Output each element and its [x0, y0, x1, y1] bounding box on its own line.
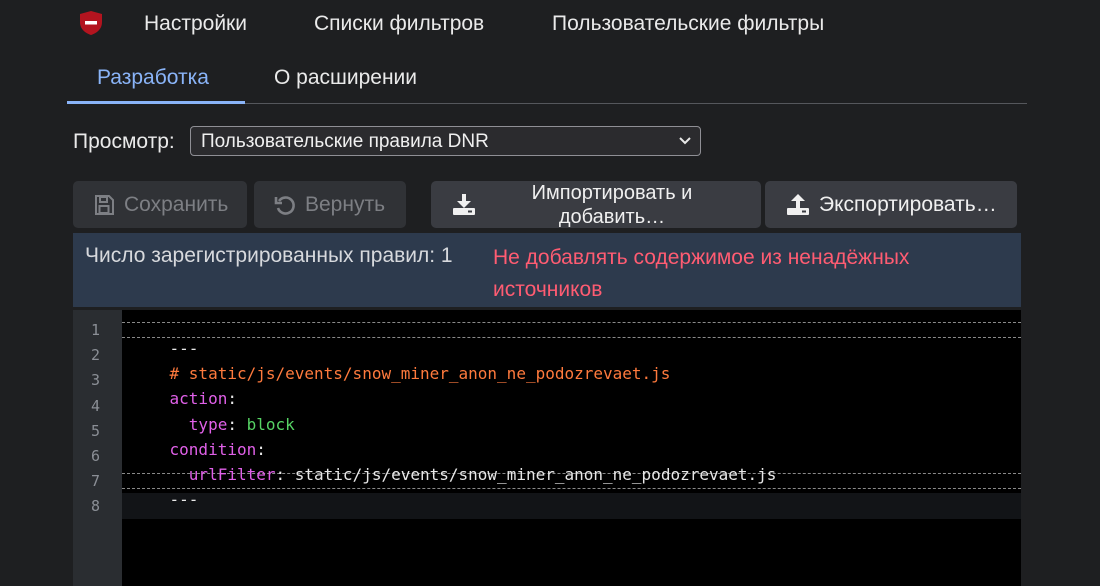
- tab-development[interactable]: Разработка: [97, 66, 209, 90]
- tab-settings[interactable]: Настройки: [144, 12, 247, 36]
- line-number: 6: [90, 447, 100, 465]
- import-icon: [453, 193, 475, 215]
- export-button[interactable]: Экспортировать…: [765, 181, 1017, 228]
- import-label-line1: Импортировать и: [531, 181, 693, 204]
- tab-about[interactable]: О расширении: [274, 66, 417, 90]
- code-line: ---: [131, 471, 199, 528]
- document-separator: [122, 322, 1021, 323]
- line-number: 2: [90, 346, 100, 364]
- view-label: Просмотр:: [73, 130, 175, 153]
- line-number: 8: [90, 497, 100, 515]
- code-key: urlFilter: [188, 465, 276, 484]
- revert-button[interactable]: Вернуть: [254, 181, 406, 228]
- export-button-label: Экспортировать…: [819, 192, 997, 216]
- line-number: 4: [90, 397, 100, 415]
- line-number: 3: [90, 371, 100, 389]
- shield-logo-icon: [80, 11, 102, 35]
- code-editor[interactable]: 1 2 3 4 5 6 7 8 --- # static/js/events/s…: [73, 310, 1021, 586]
- tab-filter-lists[interactable]: Списки фильтров: [314, 12, 484, 36]
- warning-text: Не добавлять содержимое из ненадёжных ис…: [493, 246, 910, 301]
- code-line: urlFilter: static/js/events/snow_miner_a…: [188, 465, 777, 484]
- code-text: ---: [169, 490, 199, 509]
- view-select-value: Пользовательские правила DNR: [201, 131, 489, 152]
- revert-icon: [274, 195, 295, 215]
- line-number: 5: [90, 422, 100, 440]
- info-bar: Число зарегистрированных правил: 1 Не до…: [73, 233, 1021, 307]
- code-comment: # static/js/events/snow_miner_anon_ne_po…: [169, 364, 671, 383]
- import-button-label: Импортировать и добавить…: [477, 181, 747, 229]
- revert-button-label: Вернуть: [305, 192, 386, 216]
- save-icon: [95, 194, 114, 215]
- document-separator: [122, 337, 1021, 338]
- import-label-line2: добавить…: [558, 205, 666, 228]
- save-button[interactable]: Сохранить: [73, 181, 247, 228]
- chevron-down-icon: [679, 137, 691, 145]
- active-tab-indicator: [67, 101, 245, 104]
- code-value: static/js/events/snow_miner_anon_ne_podo…: [294, 465, 777, 484]
- line-number-gutter: 1 2 3 4 5 6 7 8: [73, 310, 122, 586]
- view-select[interactable]: Пользовательские правила DNR: [190, 126, 701, 156]
- export-icon: [787, 193, 809, 215]
- save-button-label: Сохранить: [124, 192, 229, 216]
- line-number: 7: [90, 472, 100, 490]
- line-number: 1: [90, 321, 100, 339]
- tab-user-filters[interactable]: Пользовательские фильтры: [552, 12, 824, 36]
- import-button[interactable]: Импортировать и добавить…: [431, 181, 761, 228]
- rule-count-text: Число зарегистрированных правил: 1: [85, 244, 453, 267]
